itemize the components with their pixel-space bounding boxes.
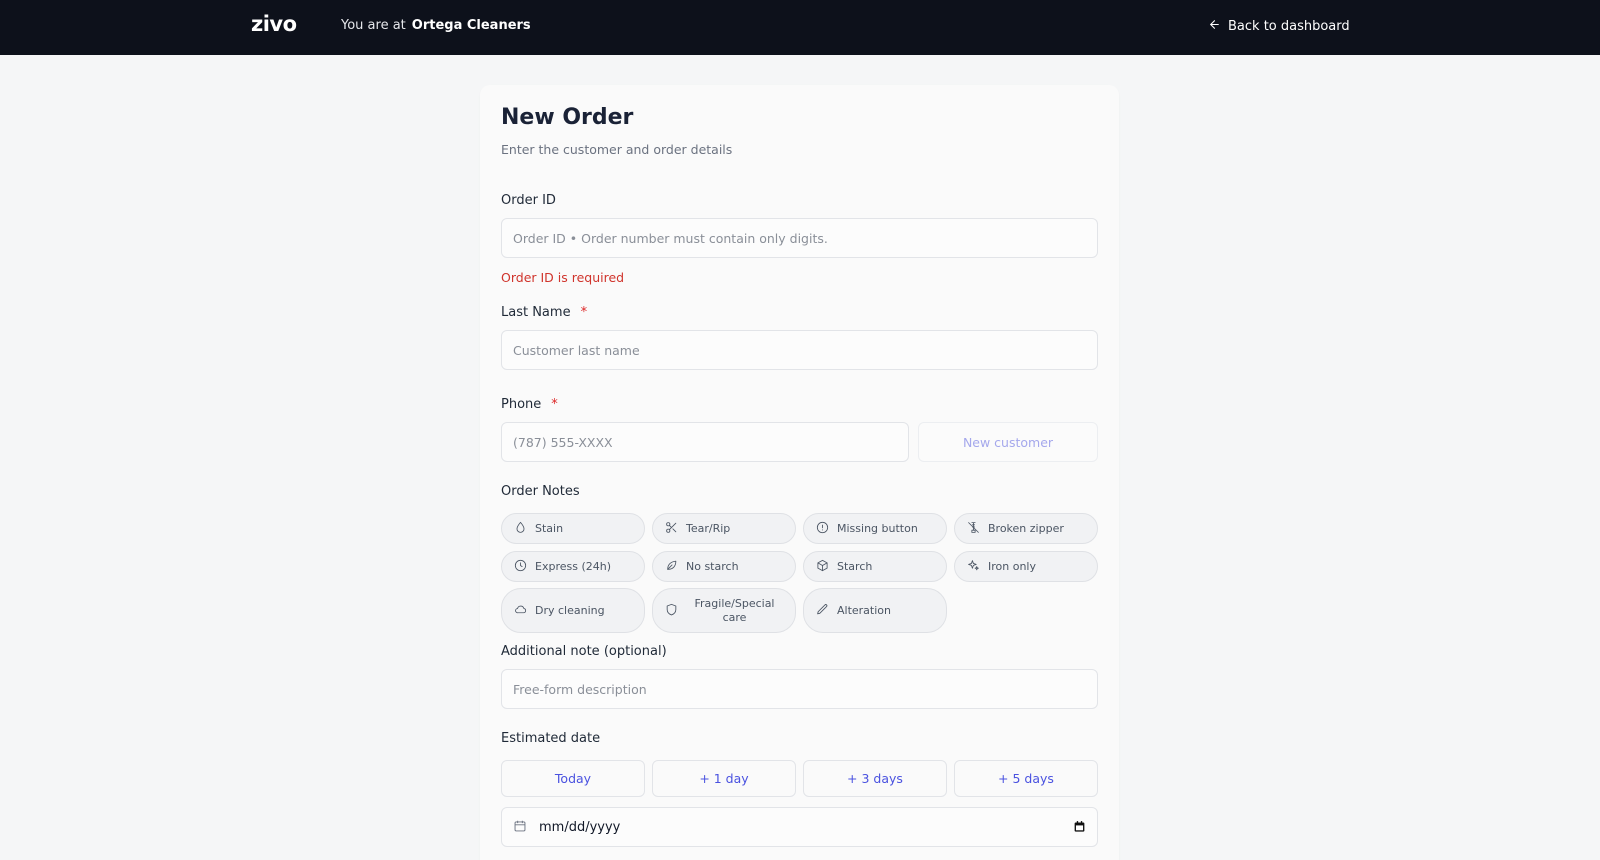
chip-label: Tear/Rip <box>686 521 731 535</box>
note-chip-starch[interactable]: Starch <box>803 551 947 582</box>
box-icon <box>816 559 829 575</box>
back-label: Back to dashboard <box>1228 19 1350 34</box>
note-chip-iron-only[interactable]: Iron only <box>954 551 1098 582</box>
phone-label-text: Phone <box>501 397 542 412</box>
zivo-logo[interactable]: zivo <box>251 12 297 36</box>
note-chip-express[interactable]: Express (24h) <box>501 551 645 582</box>
note-chip-alteration[interactable]: Alteration <box>803 588 947 633</box>
chip-label: Dry cleaning <box>535 603 605 617</box>
note-chip-dry-cleaning[interactable]: Dry cleaning <box>501 588 645 633</box>
date-plus-5-days-button[interactable]: + 5 days <box>954 760 1098 797</box>
chip-label: Alteration <box>837 603 891 617</box>
order-id-label: Order ID <box>501 193 556 208</box>
location-name: Ortega Cleaners <box>411 18 531 33</box>
back-to-dashboard-link[interactable]: Back to dashboard <box>1208 18 1350 35</box>
estimated-date-input[interactable]: mm/dd/yyyy <box>501 807 1098 847</box>
chip-label: Missing button <box>837 521 918 535</box>
required-mark: * <box>580 305 588 320</box>
location-prefix: You are at <box>341 18 406 33</box>
chip-label: Fragile/Special care <box>694 596 775 624</box>
arrow-left-icon <box>1208 18 1221 35</box>
date-plus-1-day-button[interactable]: + 1 day <box>652 760 796 797</box>
order-notes-label: Order Notes <box>501 484 580 499</box>
chip-label: Stain <box>535 521 564 535</box>
chip-label: Starch <box>837 559 873 573</box>
date-today-button[interactable]: Today <box>501 760 645 797</box>
page-subtitle: Enter the customer and order details <box>501 142 733 157</box>
phone-label: Phone * <box>501 397 558 412</box>
date-plus-3-days-button[interactable]: + 3 days <box>803 760 947 797</box>
new-customer-button[interactable]: New customer <box>918 422 1098 462</box>
page-title: New Order <box>501 105 634 130</box>
pencil-icon <box>816 603 829 619</box>
date-value: mm/dd/yyyy <box>539 819 621 835</box>
scissors-icon <box>665 521 678 537</box>
order-id-input[interactable] <box>501 218 1098 258</box>
leaf-icon <box>665 559 678 575</box>
additional-note-label: Additional note (optional) <box>501 644 667 659</box>
chip-label: No starch <box>686 559 739 573</box>
calendar-icon <box>513 818 527 837</box>
alert-circle-icon <box>816 521 829 537</box>
zipper-off-icon <box>967 521 980 537</box>
last-name-input[interactable] <box>501 330 1098 370</box>
sparkles-icon <box>967 559 980 575</box>
chip-label: Express (24h) <box>535 559 612 573</box>
top-bar: zivo You are at Ortega Cleaners Back to d… <box>0 0 1600 55</box>
note-chip-fragile-special-care[interactable]: Fragile/Special care <box>652 588 796 633</box>
shield-icon <box>665 603 678 619</box>
chip-label: Iron only <box>988 559 1036 573</box>
calendar-picker-icon[interactable] <box>1073 818 1086 837</box>
note-chip-broken-zipper[interactable]: Broken zipper <box>954 513 1098 544</box>
last-name-label-text: Last Name <box>501 305 571 320</box>
additional-note-input[interactable] <box>501 669 1098 709</box>
chip-label: Broken zipper <box>988 521 1064 535</box>
cloud-icon <box>514 603 527 619</box>
last-name-label: Last Name * <box>501 305 587 320</box>
note-chip-tear-rip[interactable]: Tear/Rip <box>652 513 796 544</box>
note-chip-no-starch[interactable]: No starch <box>652 551 796 582</box>
required-mark: * <box>551 397 558 412</box>
order-id-error: Order ID is required <box>501 270 625 285</box>
droplet-icon <box>514 521 527 537</box>
clock-icon <box>514 559 527 575</box>
new-order-card: New Order Enter the customer and order d… <box>480 85 1119 860</box>
phone-input[interactable] <box>501 422 909 462</box>
note-chip-stain[interactable]: Stain <box>501 513 645 544</box>
estimated-date-label: Estimated date <box>501 731 601 746</box>
current-location: You are at Ortega Cleaners <box>341 18 531 33</box>
note-chip-missing-button[interactable]: Missing button <box>803 513 947 544</box>
